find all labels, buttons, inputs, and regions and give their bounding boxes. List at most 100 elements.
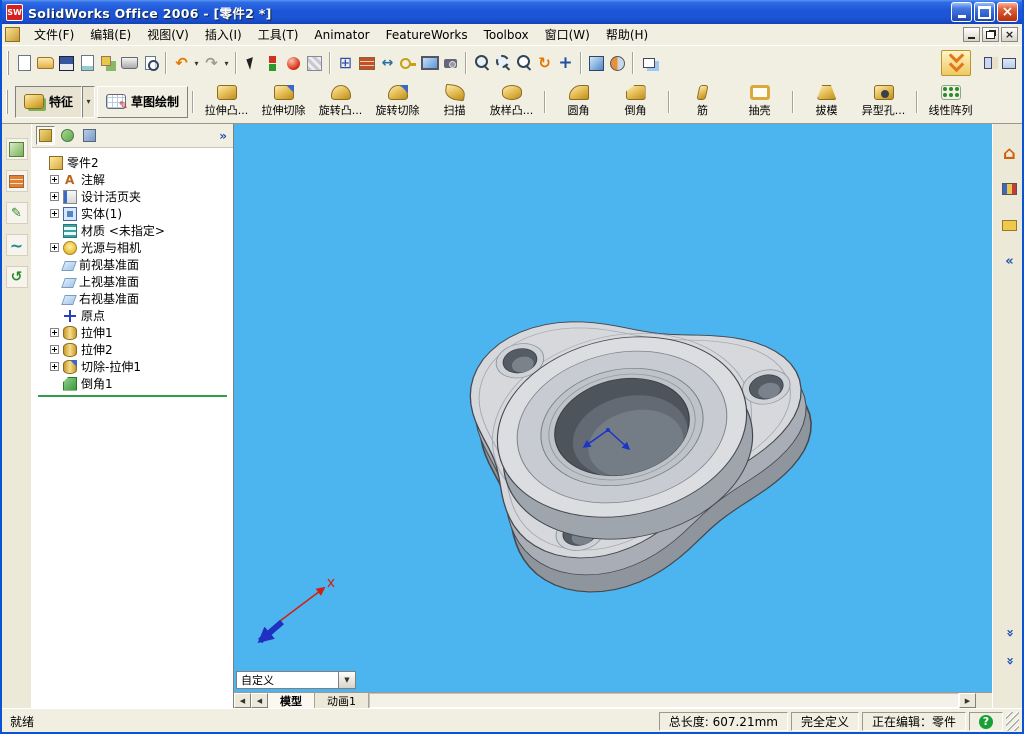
rotate-tool-icon[interactable] <box>5 266 28 288</box>
features-dropdown-button[interactable] <box>82 85 96 118</box>
rollback-bar[interactable] <box>38 395 227 397</box>
tree-item-front-plane[interactable]: 前视基准面 <box>36 256 231 273</box>
screen-capture-icon[interactable] <box>419 52 440 74</box>
child-close-button[interactable] <box>1001 27 1018 42</box>
linear-pattern-button[interactable]: 线性阵列 <box>922 82 979 122</box>
property-manager-tab-icon[interactable] <box>58 126 77 145</box>
shell-button[interactable]: 抽壳 <box>731 82 788 122</box>
tab-scroll-prev-icon[interactable]: ◀ <box>251 693 268 708</box>
tile-windows-icon[interactable] <box>977 52 998 74</box>
toolbar-grip[interactable] <box>7 51 9 75</box>
pan-icon[interactable] <box>555 52 576 74</box>
expand-toggle[interactable] <box>50 209 59 218</box>
expand-toggle[interactable] <box>50 328 59 337</box>
rotate-view-icon[interactable] <box>534 52 555 74</box>
fillet-button[interactable]: 圆角 <box>550 82 607 122</box>
rib-button[interactable]: 筋 <box>674 82 731 122</box>
hole-wizard-button[interactable]: 异型孔... <box>855 82 912 122</box>
menu-toolbox[interactable]: Toolbox <box>476 26 537 44</box>
help-icon[interactable] <box>979 714 993 729</box>
tree-item-annotations[interactable]: 注解 <box>36 171 231 188</box>
dimension-icon[interactable] <box>377 52 398 74</box>
texture-icon[interactable] <box>304 52 325 74</box>
tree-item-right-plane[interactable]: 右视基准面 <box>36 290 231 307</box>
expand-toggle[interactable] <box>50 175 59 184</box>
design-library-icon[interactable] <box>999 178 1021 200</box>
tree-item-lights-cameras[interactable]: 光源与相机 <box>36 239 231 256</box>
tree-item-design-binder[interactable]: 设计活页夹 <box>36 188 231 205</box>
task-pane-chevron-button[interactable] <box>941 50 971 76</box>
scroll-down-icon[interactable] <box>999 622 1021 644</box>
resize-grip[interactable] <box>1006 712 1019 731</box>
full-screen-icon[interactable] <box>998 52 1019 74</box>
expand-task-pane-icon[interactable] <box>999 250 1021 272</box>
tab-scroll-first-icon[interactable]: ◀ <box>234 693 251 708</box>
undo-icon[interactable] <box>171 52 192 74</box>
spline-icon[interactable] <box>5 234 28 256</box>
tree-item-origin[interactable]: 原点 <box>36 307 231 324</box>
menu-tools[interactable]: 工具(T) <box>250 24 307 45</box>
sketch-mode-button[interactable]: 草图绘制 <box>97 85 189 118</box>
menu-edit[interactable]: 编辑(E) <box>82 24 139 45</box>
sketch-grid-icon[interactable] <box>5 170 28 192</box>
grid-icon[interactable] <box>335 52 356 74</box>
scroll-down-icon[interactable] <box>999 650 1021 672</box>
pencil-sketch-icon[interactable] <box>5 202 28 224</box>
tab-animation1[interactable]: 动画1 <box>315 693 369 708</box>
tab-model[interactable]: 模型 <box>268 693 315 708</box>
part-3d-view[interactable] <box>234 124 992 692</box>
maximize-button[interactable] <box>974 2 995 22</box>
toolbar-grip[interactable] <box>6 89 8 114</box>
zoom-to-fit-icon[interactable] <box>471 52 492 74</box>
menu-file[interactable]: 文件(F) <box>26 24 82 45</box>
expand-toggle[interactable] <box>50 192 59 201</box>
graphics-viewport[interactable]: 自定义 <box>234 124 992 692</box>
tree-item-solid-bodies[interactable]: 实体(1) <box>36 205 231 222</box>
menu-featureworks[interactable]: FeatureWorks <box>378 26 476 44</box>
expand-toggle[interactable] <box>50 362 59 371</box>
file-explorer-icon[interactable] <box>999 214 1021 236</box>
configuration-manager-tab-icon[interactable] <box>80 126 99 145</box>
revolve-boss-button[interactable]: 旋转凸... <box>312 82 369 122</box>
combo-dropdown-icon[interactable] <box>338 672 355 688</box>
redo-icon[interactable] <box>201 52 222 74</box>
new-document-icon[interactable] <box>14 52 35 74</box>
extrude-boss-button[interactable]: 拉伸凸... <box>198 82 255 122</box>
title-bar[interactable]: SW SolidWorks Office 2006 - [零件2 *] <box>2 0 1022 24</box>
panel-collapse-icon[interactable]: » <box>219 129 229 143</box>
save-icon[interactable] <box>56 52 77 74</box>
print-icon[interactable] <box>119 52 140 74</box>
make-assembly-icon[interactable] <box>98 52 119 74</box>
key-icon[interactable] <box>398 52 419 74</box>
extrude-cut-button[interactable]: 拉伸切除 <box>255 82 312 122</box>
tree-item-material[interactable]: 材质 <未指定> <box>36 222 231 239</box>
menu-window[interactable]: 窗口(W) <box>537 24 598 45</box>
tree-item-cut-extrude1[interactable]: 切除-拉伸1 <box>36 358 231 375</box>
tree-item-extrude1[interactable]: 拉伸1 <box>36 324 231 341</box>
menu-help[interactable]: 帮助(H) <box>598 24 656 45</box>
minimize-button[interactable] <box>951 2 972 22</box>
rebuild-icon[interactable] <box>262 52 283 74</box>
shaded-view-icon[interactable] <box>586 52 607 74</box>
close-button[interactable] <box>997 2 1018 22</box>
redo-dropdown-icon[interactable] <box>222 59 231 68</box>
tree-item-chamfer1[interactable]: 倒角1 <box>36 375 231 392</box>
view-orientation-icon[interactable] <box>5 138 28 160</box>
tree-item-extrude2[interactable]: 拉伸2 <box>36 341 231 358</box>
zoom-to-area-icon[interactable] <box>492 52 513 74</box>
select-icon[interactable] <box>241 52 262 74</box>
loft-button[interactable]: 放样凸... <box>483 82 540 122</box>
features-mode-button[interactable]: 特征 <box>15 85 83 118</box>
edit-color-icon[interactable] <box>283 52 304 74</box>
tree-item-top-plane[interactable]: 上视基准面 <box>36 273 231 290</box>
document-part-icon[interactable] <box>5 27 20 42</box>
make-drawing-icon[interactable] <box>77 52 98 74</box>
camera-icon[interactable] <box>440 52 461 74</box>
undo-dropdown-icon[interactable] <box>192 59 201 68</box>
sweep-button[interactable]: 扫描 <box>426 82 483 122</box>
expand-toggle[interactable] <box>50 345 59 354</box>
print-preview-icon[interactable] <box>140 52 161 74</box>
child-restore-button[interactable] <box>982 27 999 42</box>
section-view-icon[interactable] <box>607 52 628 74</box>
draft-button[interactable]: 拔模 <box>798 82 855 122</box>
